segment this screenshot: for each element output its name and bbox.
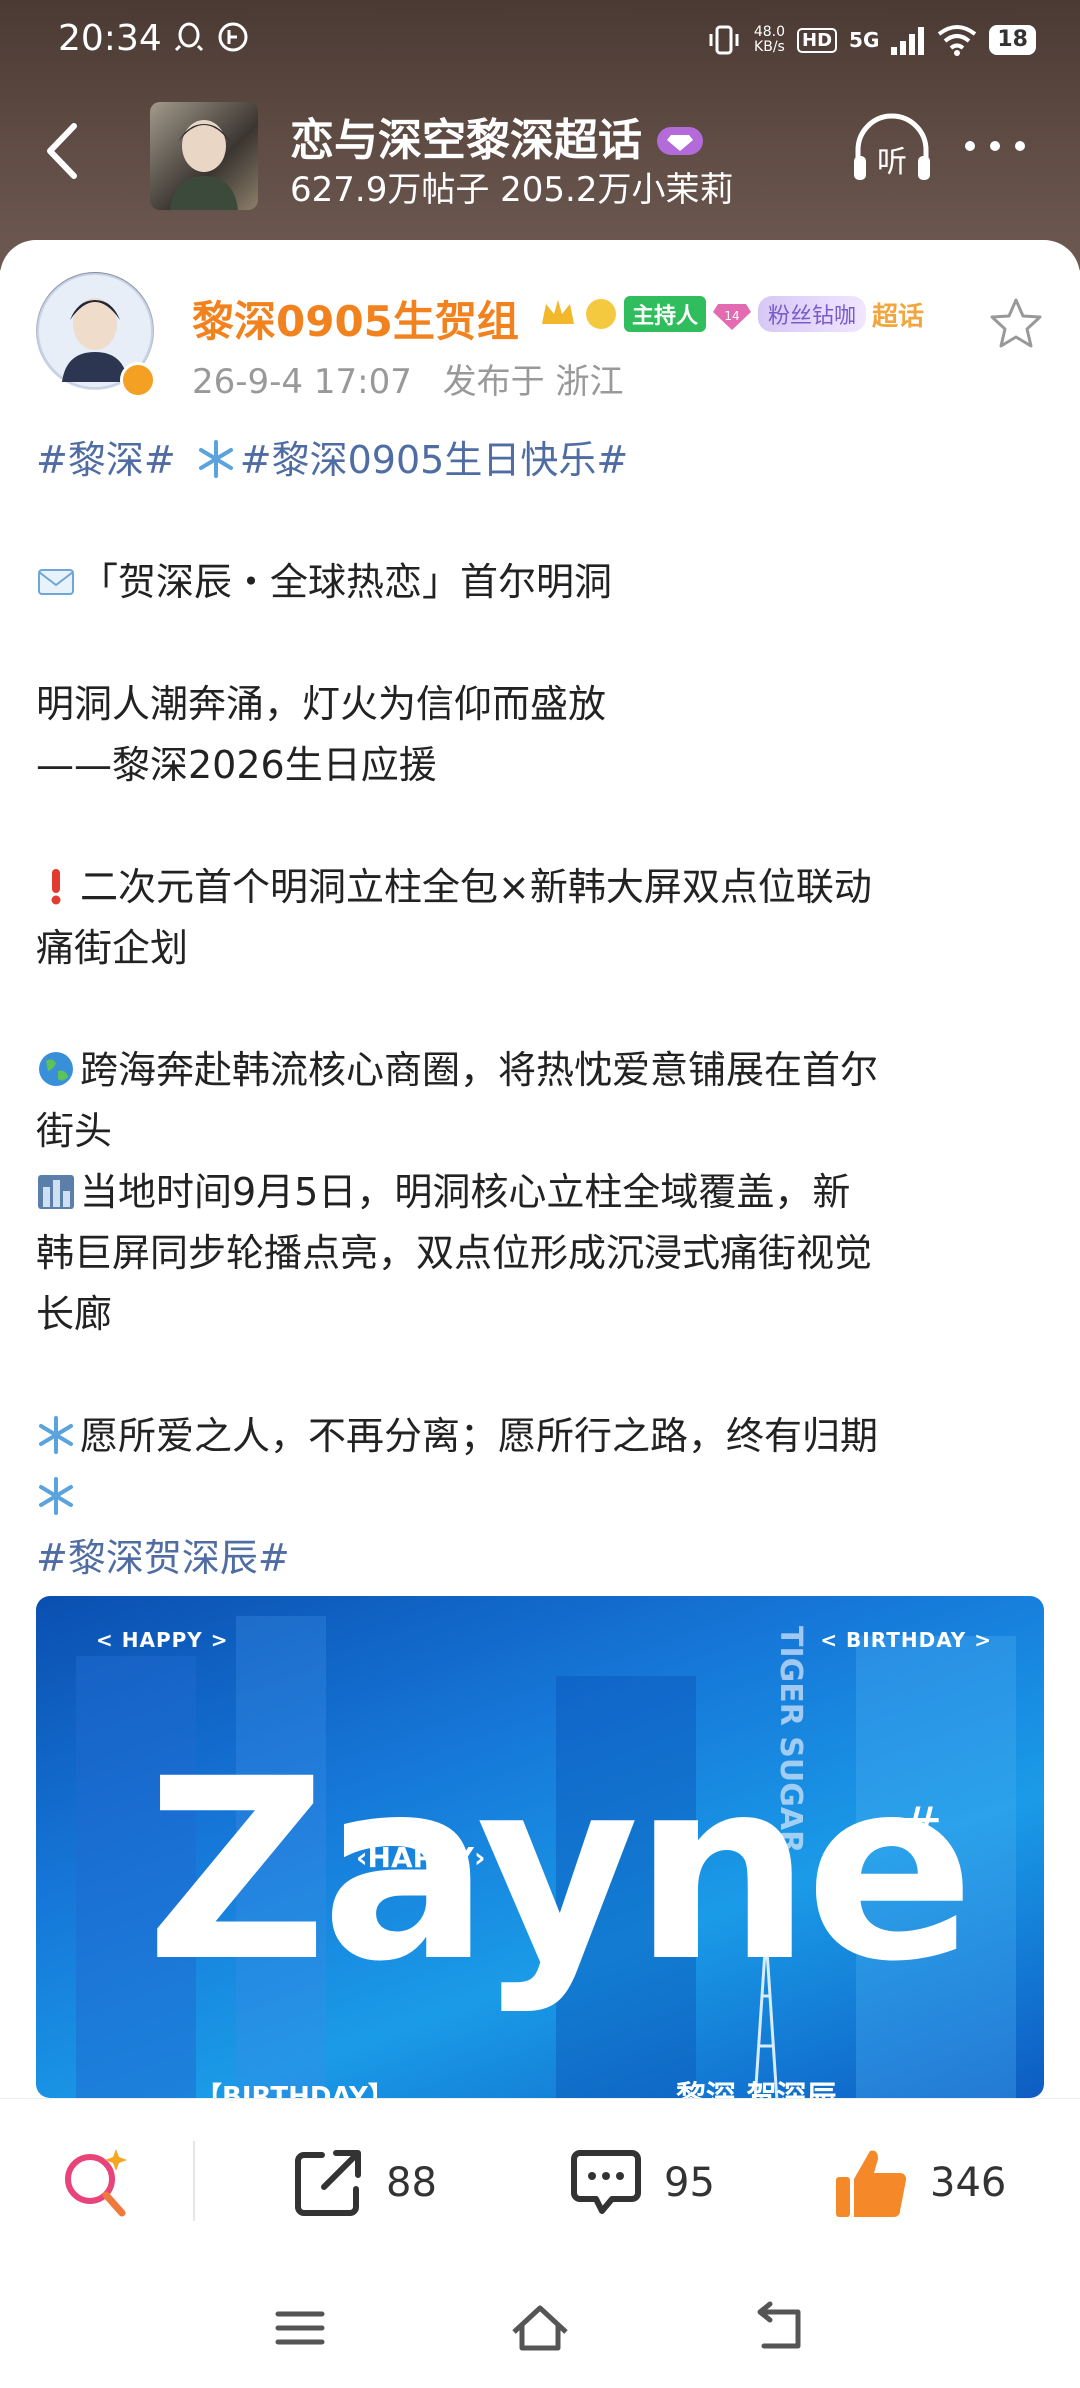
host-badge: 主持人: [624, 296, 707, 332]
topic-stats: 627.9万帖子 205.2万小茉莉: [290, 170, 734, 210]
menu-icon[interactable]: [270, 2298, 330, 2358]
action-divider: [193, 2141, 195, 2221]
author-name[interactable]: 黎深0905生贺组: [192, 288, 519, 349]
system-navigation-bar: [0, 2268, 1080, 2388]
post-line-7a: 当地时间9月5日，明洞核心立柱全域覆盖，新: [80, 1170, 851, 1214]
svg-text:14: 14: [724, 309, 739, 323]
topic-header: 恋与深空黎深超话 627.9万帖子 205.2万小茉莉 听: [0, 96, 1080, 216]
battery-level: 18: [989, 25, 1036, 55]
post-meta: 26-9-4 17:07 发布于 浙江: [192, 354, 643, 403]
author-badges: 主持人 14 粉丝钻咖 超话: [538, 284, 924, 344]
listen-button[interactable]: 听: [850, 110, 934, 190]
status-bar: 20:34 48.0 KB/s HD 5G 18: [0, 0, 1080, 80]
post-line-5a: 二次元首个明洞立柱全包×新韩大屏双点位联动: [80, 865, 872, 909]
hashtag-lishen[interactable]: #黎深#: [36, 438, 176, 482]
topic-title: 恋与深空黎深超话: [290, 104, 704, 168]
image-bottom-right-text: 黎深 贺深辰: [676, 2080, 837, 2098]
image-name-text: Zayne: [146, 1725, 975, 2016]
back-button[interactable]: [30, 116, 100, 186]
post-action-bar: 88 95 346: [0, 2098, 1080, 2268]
vibrate-icon: [709, 25, 739, 55]
like-count: 346: [930, 2160, 1007, 2206]
more-button[interactable]: [960, 126, 1030, 166]
fan-badge: 粉丝钻咖: [758, 296, 867, 332]
post-body: #黎深# #黎深0905生日快乐# 「贺深辰・全球热恋」首尔明洞 明洞人潮奔涌，…: [36, 430, 1046, 1589]
snowflake-icon: [198, 440, 233, 478]
image-hash: #: [896, 1796, 943, 1861]
crown-badge-icon: [542, 300, 574, 324]
post-line-4: ——黎深2026生日应援: [36, 743, 437, 787]
cityscape-icon: [38, 1175, 74, 1209]
snowflake-icon: [39, 1477, 73, 1515]
share-button[interactable]: 88: [288, 2143, 437, 2223]
level-badge-icon: 14: [713, 304, 752, 330]
hashtag-heshenchen[interactable]: #黎深贺深辰#: [36, 1536, 290, 1580]
post-location: 发布于 浙江: [442, 362, 624, 402]
signal-bars-icon: [891, 27, 925, 55]
image-birthday-tag: < BIRTHDAY >: [820, 1628, 992, 1652]
status-time: 20:34: [58, 18, 162, 59]
favorite-star-button[interactable]: [988, 296, 1044, 352]
share-count: 88: [386, 2160, 437, 2206]
post-line-8: 愿所爱之人，不再分离；愿所行之路，终有归期: [80, 1414, 879, 1458]
image-happy-tag: < HAPPY >: [96, 1628, 229, 1652]
envelope-icon: [38, 569, 74, 595]
image-bottom-left-text: 【BIRTHDAY】: [196, 2082, 394, 2098]
diamond-icon: [657, 127, 704, 155]
post-image[interactable]: < HAPPY > < BIRTHDAY > TIGER SUGAR Zayne…: [36, 1596, 1044, 2098]
comment-button[interactable]: 95: [566, 2143, 715, 2223]
hashtag-birthday[interactable]: #黎深0905生日快乐#: [240, 438, 628, 482]
signal-indicator: 5G: [849, 28, 880, 52]
network-speed: 48.0 KB/s: [753, 24, 786, 55]
comment-icon: [571, 2150, 641, 2214]
post-line-7c: 长廊: [36, 1292, 113, 1336]
share-icon: [295, 2150, 361, 2216]
post-line-6b: 街头: [36, 1109, 113, 1153]
post-line-3: 明洞人潮奔涌，灯火为信仰而盛放: [36, 682, 607, 726]
listen-label: 听: [877, 145, 907, 180]
comment-count: 95: [664, 2160, 715, 2206]
host-badge-icon: [586, 299, 616, 329]
qq-icon: [174, 22, 204, 52]
like-button[interactable]: 346: [832, 2143, 1006, 2223]
exclamation-icon: [51, 869, 61, 905]
post-line-title: 「贺深辰・全球热恋」首尔明洞: [80, 560, 613, 604]
verified-badge: [120, 362, 156, 398]
snowflake-icon: [39, 1416, 73, 1454]
post-line-6a: 跨海奔赴韩流核心商圈，将热忱爱意铺展在首尔: [80, 1048, 879, 1092]
search-ai-button[interactable]: [56, 2143, 136, 2223]
chaohua-badge: 超话: [872, 301, 925, 332]
back-nav-icon[interactable]: [750, 2298, 810, 2358]
home-icon[interactable]: [510, 2298, 570, 2358]
app-notification-icon: [218, 22, 248, 52]
globe-icon: [39, 1052, 73, 1086]
post-line-5b: 痛街企划: [36, 926, 189, 970]
post-line-7b: 韩巨屏同步轮播点亮，双点位形成沉浸式痛街视觉: [36, 1231, 873, 1275]
thumbs-up-icon: [836, 2150, 907, 2217]
post-date: 26-9-4 17:07: [192, 362, 412, 402]
topic-avatar[interactable]: [150, 102, 258, 210]
wifi-icon: [938, 25, 977, 56]
image-happy-small: ‹HAPPY›: [356, 1841, 486, 1874]
hd-indicator: HD: [797, 27, 838, 53]
